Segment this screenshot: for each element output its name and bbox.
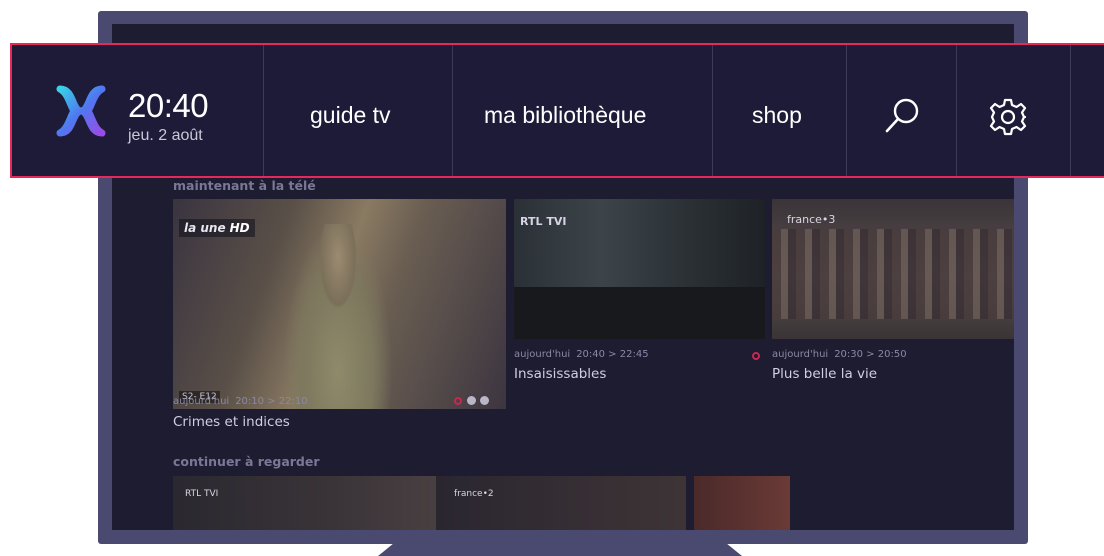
- gear-icon[interactable]: [988, 97, 1028, 137]
- channel-logo-la-une: la une HD: [179, 219, 255, 237]
- search-icon[interactable]: [882, 96, 922, 136]
- restart-icon: [480, 396, 489, 405]
- nav-divider: [452, 45, 453, 176]
- program-title: Crimes et indices: [173, 414, 290, 430]
- app-logo-icon: [56, 85, 106, 137]
- program-thumbnail: [514, 287, 765, 339]
- program-schedule: aujourd'hui 20:30 > 20:50: [772, 349, 907, 360]
- program-thumbnail: [772, 229, 1014, 319]
- continue-card[interactable]: [694, 476, 790, 530]
- top-navigation-bar: 20:40 jeu. 2 août guide tv ma bibliothèq…: [10, 43, 1104, 178]
- program-card-insaisissables[interactable]: RTL TVI: [514, 199, 765, 339]
- live-section-title: maintenant à la télé: [173, 178, 316, 193]
- program-card-plus-belle-la-vie[interactable]: france•3: [772, 199, 1014, 339]
- channel-logo-france-2: france•2: [454, 489, 494, 499]
- record-icon: [752, 352, 760, 360]
- nav-divider: [846, 45, 847, 176]
- program-title: Plus belle la vie: [772, 366, 878, 382]
- continue-card[interactable]: RTL TVI: [173, 476, 443, 530]
- program-schedule: aujourd'hui 20:40 > 22:45: [514, 349, 649, 360]
- nav-divider: [956, 45, 957, 176]
- continue-card[interactable]: france•2: [436, 476, 686, 530]
- program-title: Insaisissables: [514, 366, 607, 382]
- continue-section-title: continuer à regarder: [173, 454, 320, 469]
- channel-logo-france-3: france•3: [787, 213, 836, 226]
- rating-badge-icon: [467, 396, 476, 405]
- clock-date: jeu. 2 août: [128, 127, 203, 144]
- nav-ma-bibliotheque[interactable]: ma bibliothèque: [484, 102, 646, 128]
- clock-time: 20:40: [128, 87, 209, 124]
- nav-guide-tv[interactable]: guide tv: [310, 102, 391, 128]
- nav-divider: [263, 45, 264, 176]
- record-icon: [454, 397, 462, 405]
- nav-divider: [712, 45, 713, 176]
- program-card-crimes-et-indices[interactable]: la une HD S2- E12: [173, 199, 506, 409]
- nav-divider: [1070, 45, 1071, 176]
- nav-shop[interactable]: shop: [752, 102, 802, 128]
- program-thumbnail: [283, 224, 393, 409]
- tv-stand: [378, 543, 742, 556]
- channel-logo-rtl-tvi: RTL TVI: [185, 489, 219, 499]
- program-schedule: aujourd'hui 20:10 > 22:10: [173, 396, 308, 407]
- channel-logo-rtl-tvi: RTL TVI: [520, 215, 567, 228]
